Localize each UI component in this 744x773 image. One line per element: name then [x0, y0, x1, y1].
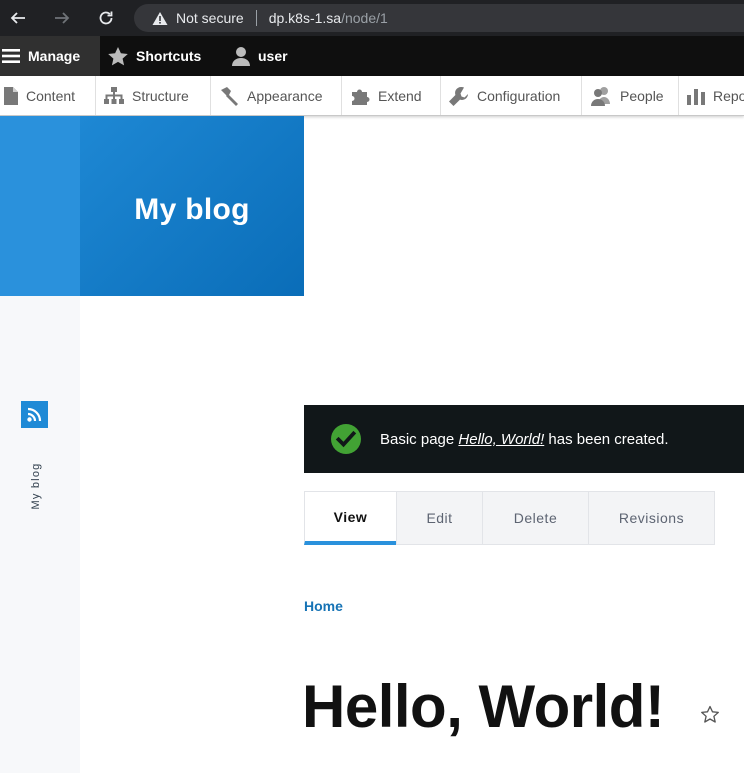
- arrow-left-icon: [10, 12, 25, 24]
- tray-item-label: Content: [26, 87, 76, 104]
- tab-edit[interactable]: Edit: [396, 491, 483, 545]
- tray-item-label: People: [620, 87, 664, 104]
- site-branding[interactable]: My blog: [80, 116, 304, 296]
- security-indicator[interactable]: Not secure: [134, 10, 244, 26]
- url-separator: [255, 10, 257, 26]
- browser-bar: Not secure dp.k8s-1.sa/node/1: [0, 0, 744, 36]
- user-icon: [232, 47, 250, 66]
- url-path: /node/1: [341, 10, 388, 26]
- star-outline-icon[interactable]: [700, 705, 720, 725]
- people-icon: [591, 86, 610, 106]
- tab-delete[interactable]: Delete: [482, 491, 589, 545]
- user-label: user: [258, 48, 288, 64]
- shortcuts-label: Shortcuts: [136, 48, 202, 64]
- tray-item-structure[interactable]: Structure: [96, 76, 211, 115]
- user-button[interactable]: user: [232, 36, 288, 76]
- tab-revisions[interactable]: Revisions: [588, 491, 715, 545]
- branding-left-strip: [0, 116, 80, 296]
- tray-item-content[interactable]: Content: [0, 76, 96, 115]
- tray-item-label: Structure: [132, 87, 189, 104]
- wrench-icon: [449, 86, 468, 106]
- tray-item-people[interactable]: People: [582, 76, 679, 115]
- arrow-right-icon: [55, 12, 70, 24]
- bar-chart-icon: [687, 88, 705, 105]
- message-text: Basic page Hello, World! has been create…: [380, 431, 669, 448]
- tray-item-label: Configuration: [477, 87, 561, 104]
- message-prefix: Basic page: [380, 430, 459, 448]
- manage-button[interactable]: Manage: [0, 36, 100, 76]
- tray-item-label: Extend: [378, 87, 422, 104]
- local-tasks: View Edit Delete Revisions: [304, 491, 715, 545]
- tray-item-appearance[interactable]: Appearance: [211, 76, 342, 115]
- shortcuts-button[interactable]: Shortcuts: [108, 36, 201, 76]
- paintbrush-icon: [221, 86, 238, 106]
- message-suffix: has been created.: [544, 430, 669, 448]
- warning-icon: [152, 11, 168, 25]
- url-host: dp.k8s-1.sa: [268, 10, 342, 26]
- manage-label: Manage: [28, 48, 81, 64]
- reload-icon: [99, 11, 113, 25]
- breadcrumb: Home: [304, 598, 343, 614]
- site-name[interactable]: My blog: [134, 193, 249, 227]
- check-circle-icon: [331, 424, 361, 454]
- status-message: Basic page Hello, World! has been create…: [304, 405, 744, 473]
- tray-item-configuration[interactable]: Configuration: [441, 76, 582, 115]
- tray-item-extend[interactable]: Extend: [342, 76, 441, 115]
- forward-button[interactable]: [48, 4, 76, 32]
- admin-toolbar: Manage Shortcuts user: [0, 36, 744, 76]
- document-icon: [4, 86, 18, 105]
- admin-tray: Content Structure Appearance Extend Conf…: [0, 76, 744, 116]
- sidebar-label: My blog: [30, 462, 42, 510]
- tray-item-label: Repo: [713, 87, 744, 104]
- structure-icon: [104, 86, 124, 104]
- rss-feed-button[interactable]: [21, 401, 48, 428]
- breadcrumb-home-link[interactable]: Home: [304, 598, 343, 614]
- tray-item-label: Appearance: [247, 87, 323, 104]
- tab-view[interactable]: View: [304, 491, 397, 545]
- hamburger-icon: [2, 49, 20, 63]
- rss-icon: [27, 407, 42, 422]
- tray-item-reports[interactable]: Repo: [679, 76, 744, 115]
- sidebar: My blog: [0, 296, 80, 773]
- reload-button[interactable]: [92, 4, 120, 32]
- page-title: Hello, World!: [302, 673, 665, 740]
- back-button[interactable]: [4, 4, 32, 32]
- message-link[interactable]: Hello, World!: [458, 431, 544, 448]
- puzzle-icon: [352, 89, 370, 105]
- address-bar[interactable]: Not secure dp.k8s-1.sa/node/1: [134, 4, 744, 32]
- security-label: Not secure: [176, 10, 244, 26]
- star-icon: [108, 46, 128, 65]
